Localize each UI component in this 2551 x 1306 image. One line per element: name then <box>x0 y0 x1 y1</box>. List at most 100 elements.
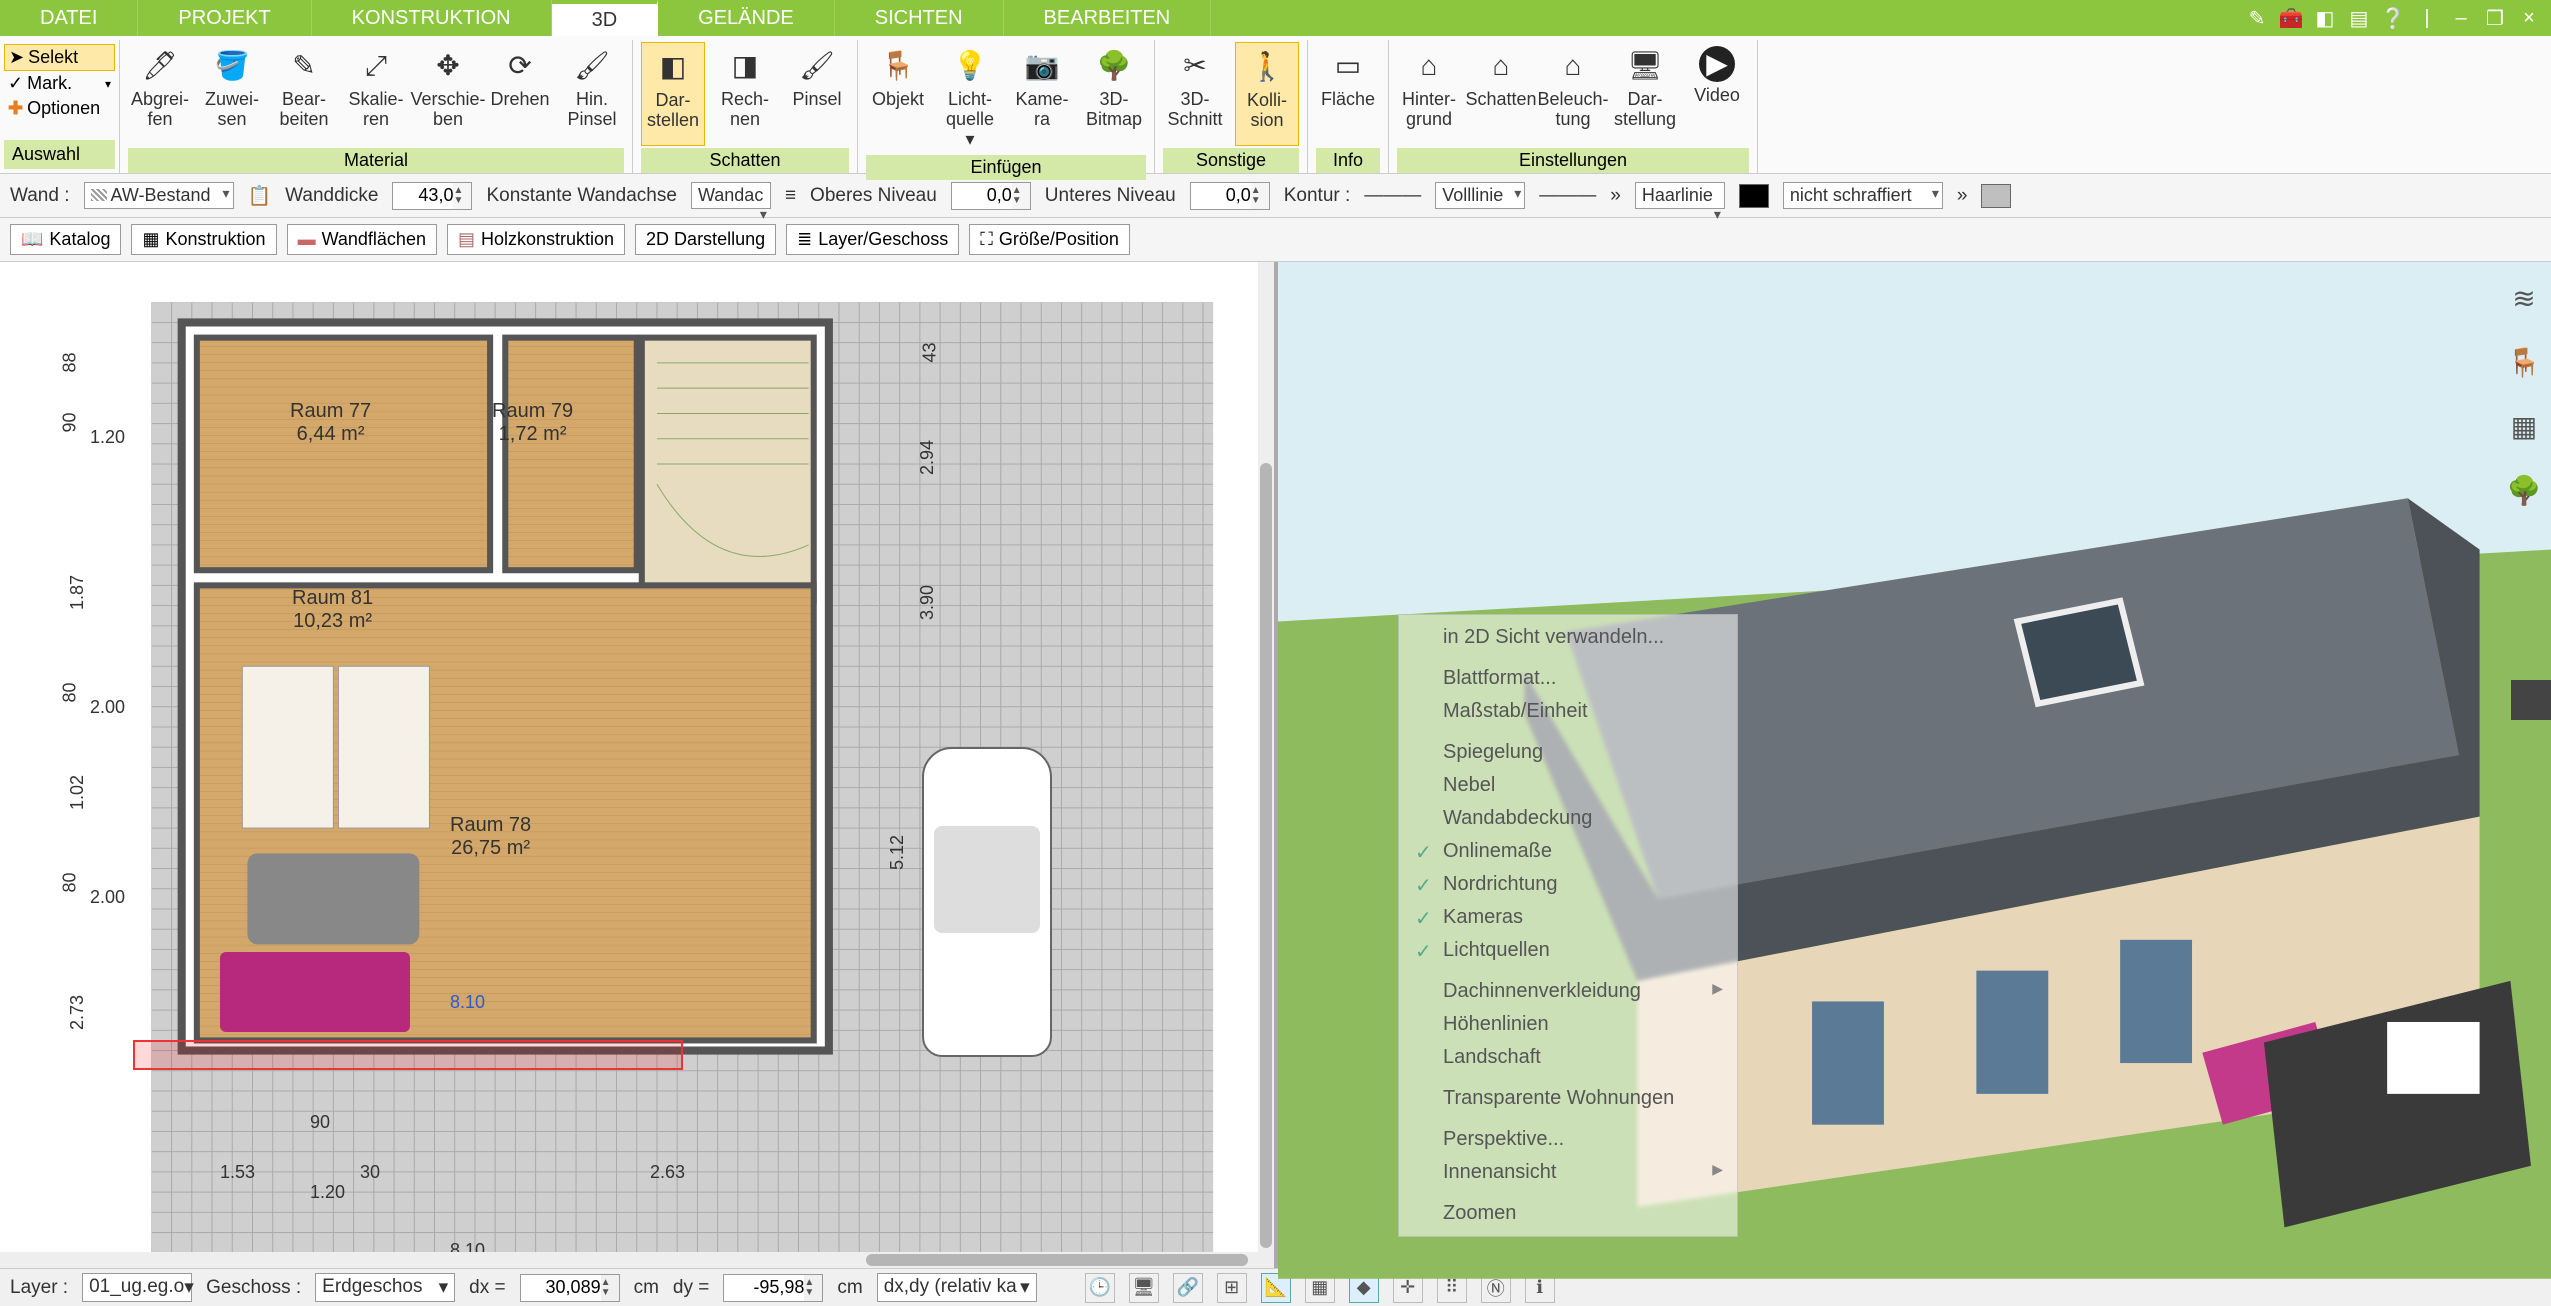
groesse-position-button[interactable]: ⛶Größe/Position <box>969 224 1130 255</box>
minimize-icon[interactable]: – <box>2449 6 2473 30</box>
ctx-spiegelung[interactable]: Spiegelung <box>1399 736 1737 769</box>
ctx-onlinemasse[interactable]: ✓Onlinemaße <box>1399 835 1737 868</box>
level-icon[interactable]: ≡ <box>785 185 796 207</box>
ctx-lichtquellen[interactable]: ✓Lichtquellen <box>1399 934 1737 967</box>
menu-datei[interactable]: DATEI <box>0 0 138 36</box>
coord-mode-dropdown[interactable]: dx,dy (relativ ka▾ <box>877 1273 1037 1302</box>
collision-button[interactable]: 🚶Kolli- sion <box>1235 42 1299 146</box>
restore-icon[interactable]: ❐ <box>2483 6 2507 30</box>
horizontal-scrollbar-2d[interactable] <box>0 1252 1274 1268</box>
floorplan-canvas[interactable]: Raum 776,44 m² Raum 791,72 m² Raum 8110,… <box>30 282 1244 1238</box>
expand-icon-2[interactable]: » <box>1957 185 1968 207</box>
sofa-object[interactable] <box>220 952 410 1032</box>
mark-tool[interactable]: ✓Mark.▾ <box>4 71 115 96</box>
hairline-dropdown[interactable]: Haarlinie <box>1635 182 1725 209</box>
link-icon[interactable]: 🔗 <box>1173 1273 1203 1303</box>
ctx-zoomen[interactable]: Zoomen <box>1399 1197 1737 1230</box>
rotate-button[interactable]: ⟳Drehen <box>488 42 552 146</box>
palette-panel-icon[interactable]: ▦ <box>2506 408 2542 444</box>
expand-icon-1[interactable]: » <box>1610 185 1621 207</box>
layer-dropdown[interactable]: 01_ug.eg.o▾ <box>82 1273 192 1302</box>
car-object[interactable] <box>922 747 1052 1057</box>
lighting-button[interactable]: ⌂Beleuch- tung <box>1541 42 1605 146</box>
upper-level-spinner[interactable]: ▲▼ <box>951 182 1031 210</box>
tree-panel-icon[interactable]: 🌳 <box>2506 472 2542 508</box>
ctx-nordrichtung[interactable]: ✓Nordrichtung <box>1399 868 1737 901</box>
edit-material-button[interactable]: ✎Bear- beiten <box>272 42 336 146</box>
options-tool[interactable]: ✚Optionen <box>4 96 115 121</box>
insert-object-button[interactable]: 🪑Objekt <box>866 42 930 153</box>
window-icon[interactable]: ◧ <box>2313 6 2337 30</box>
thickness-spinner[interactable]: ▲▼ <box>392 182 472 210</box>
ctx-transparente[interactable]: Transparente Wohnungen <box>1399 1082 1737 1115</box>
holz-button[interactable]: ▤Holzkonstruktion <box>447 224 625 255</box>
menu-sichten[interactable]: SICHTEN <box>835 0 1004 36</box>
clock-icon[interactable]: 🕒 <box>1085 1273 1115 1303</box>
ctx-nebel[interactable]: Nebel <box>1399 769 1737 802</box>
wandflaechen-button[interactable]: ▬Wandflächen <box>287 224 437 255</box>
konstruktion-button[interactable]: ▦Konstruktion <box>131 224 276 255</box>
ctx-massstab[interactable]: Maßstab/Einheit <box>1399 695 1737 728</box>
ctx-wandabdeckung[interactable]: Wandabdeckung <box>1399 802 1737 835</box>
wall-type-dropdown[interactable]: AW-Bestand <box>84 182 234 209</box>
layer-geschoss-button[interactable]: ≣Layer/Geschoss <box>786 224 959 255</box>
2d-darstellung-button[interactable]: 2D Darstellung <box>635 224 776 255</box>
select-tool[interactable]: ➤Selekt <box>4 44 115 71</box>
color-swatch-black[interactable] <box>1739 184 1769 208</box>
area-button[interactable]: ▭Fläche <box>1316 42 1380 146</box>
background-button[interactable]: ⌂Hinter- grund <box>1397 42 1461 146</box>
wand-icon[interactable]: ✎ <box>2245 6 2269 30</box>
right-drawer-handle[interactable] <box>2511 680 2551 720</box>
ctx-perspektive[interactable]: Perspektive... <box>1399 1123 1737 1156</box>
assign-material-button[interactable]: 🪣Zuwei- sen <box>200 42 264 146</box>
vertical-scrollbar-2d[interactable] <box>1258 262 1274 1268</box>
ctx-hoehenlinien[interactable]: Höhenlinien <box>1399 1008 1737 1041</box>
dy-spinner[interactable]: ▲▼ <box>723 1274 823 1302</box>
ctx-kameras[interactable]: ✓Kameras <box>1399 901 1737 934</box>
insert-camera-button[interactable]: 📷Kame- ra <box>1010 42 1074 153</box>
color-swatch-gray[interactable] <box>1981 184 2011 208</box>
floorplan-panel[interactable]: Raum 776,44 m² Raum 791,72 m² Raum 8110,… <box>0 262 1278 1268</box>
ctx-in-2d[interactable]: in 2D Sicht verwandeln... <box>1399 621 1737 654</box>
insert-tree-button[interactable]: 🌳3D- Bitmap <box>1082 42 1146 153</box>
layout-icon[interactable]: ▤ <box>2347 6 2371 30</box>
layers-panel-icon[interactable]: ≋ <box>2506 280 2542 316</box>
menu-konstruktion[interactable]: KONSTRUKTION <box>312 0 552 36</box>
cube2-icon: ◨ <box>725 46 765 86</box>
ctx-blattformat[interactable]: Blattformat... <box>1399 662 1737 695</box>
wandachse-dropdown[interactable]: Wandac <box>691 182 771 209</box>
dx-spinner[interactable]: ▲▼ <box>520 1274 620 1302</box>
toolbox-icon[interactable]: 🧰 <box>2279 6 2303 30</box>
back-brush-button[interactable]: 🖌Hin. Pinsel <box>560 42 624 146</box>
ctx-innenansicht[interactable]: Innenansicht▶ <box>1399 1156 1737 1189</box>
render-shadow-button[interactable]: ◧Dar- stellen <box>641 42 705 146</box>
monitor-status-icon[interactable]: 🖥 <box>1129 1273 1159 1303</box>
line-style-dropdown[interactable]: Volllinie <box>1435 182 1525 209</box>
wall-edit-icon[interactable]: 📋 <box>248 184 272 208</box>
help-icon[interactable]: ❔ <box>2381 6 2405 30</box>
insert-light-button[interactable]: 💡Licht- quelle ▾ <box>938 42 1002 153</box>
katalog-button[interactable]: 📖Katalog <box>10 224 121 255</box>
pick-material-button[interactable]: 🖊Abgrei- fen <box>128 42 192 146</box>
video-button[interactable]: ▶Video <box>1685 42 1749 146</box>
geschoss-dropdown[interactable]: Erdgeschos▾ <box>315 1273 455 1302</box>
ctx-dachinnenverkleidung[interactable]: Dachinnenverkleidung▶ <box>1399 975 1737 1008</box>
ctx-landschaft[interactable]: Landschaft <box>1399 1041 1737 1074</box>
shadow-settings-button[interactable]: ⌂Schatten <box>1469 42 1533 146</box>
menu-bearbeiten[interactable]: BEARBEITEN <box>1004 0 1212 36</box>
lower-level-spinner[interactable]: ▲▼ <box>1190 182 1270 210</box>
move-button[interactable]: ✥Verschie- ben <box>416 42 480 146</box>
menu-projekt[interactable]: PROJEKT <box>138 0 311 36</box>
3d-section-button[interactable]: ✂3D- Schnitt <box>1163 42 1227 146</box>
scale-button[interactable]: ⤢Skalie- ren <box>344 42 408 146</box>
display-button[interactable]: 🖥Dar- stellung <box>1613 42 1677 146</box>
menu-gelaende[interactable]: GELÄNDE <box>658 0 835 36</box>
selected-wall[interactable] <box>133 1040 683 1070</box>
furniture-panel-icon[interactable]: 🪑 <box>2506 344 2542 380</box>
menu-3d[interactable]: 3D <box>552 0 659 36</box>
compute-shadow-button[interactable]: ◨Rech- nen <box>713 42 777 146</box>
hatch-dropdown[interactable]: nicht schraffiert <box>1783 182 1943 209</box>
close-icon[interactable]: × <box>2517 6 2541 30</box>
shadow-brush-button[interactable]: 🖌Pinsel <box>785 42 849 146</box>
snap-icon[interactable]: ⊞ <box>1217 1273 1247 1303</box>
